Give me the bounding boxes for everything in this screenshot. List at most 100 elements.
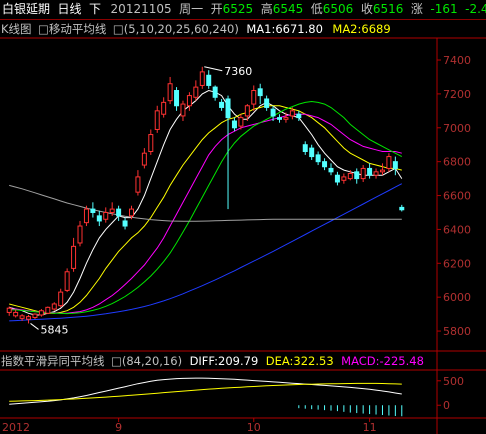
macd-diff-line — [9, 377, 402, 405]
candle — [277, 114, 283, 123]
candle — [103, 207, 109, 223]
candle-body — [264, 98, 270, 108]
candle — [322, 158, 328, 171]
candle — [257, 83, 263, 105]
macd-tick-label: 500 — [443, 375, 464, 388]
candle — [154, 105, 160, 133]
candle — [32, 313, 38, 320]
candle-body — [51, 303, 57, 310]
candle-body — [161, 101, 167, 115]
candle — [341, 173, 347, 184]
candle — [315, 151, 321, 166]
candle-body — [180, 103, 186, 117]
candle-body — [373, 171, 379, 176]
candle — [122, 217, 128, 230]
candle-body — [257, 88, 263, 97]
candle — [26, 314, 32, 324]
candle-body — [289, 110, 295, 117]
candle — [379, 163, 385, 176]
candle — [354, 168, 360, 184]
candle-body — [141, 152, 147, 166]
candle — [167, 76, 173, 105]
candle — [161, 97, 167, 118]
candle-body — [206, 74, 212, 86]
candle — [141, 148, 147, 169]
candle-body — [367, 167, 373, 176]
date-axis-label: 11 — [363, 421, 377, 434]
candle-body — [103, 211, 109, 220]
candle-body — [379, 169, 385, 173]
annotation-pointer — [30, 323, 39, 330]
candle — [180, 100, 186, 122]
candle — [392, 156, 398, 176]
candle — [264, 95, 270, 111]
candle — [174, 87, 180, 111]
price-tick-label: 6800 — [443, 156, 471, 169]
price-tick-label: 7400 — [443, 54, 471, 67]
candle-body — [328, 167, 334, 173]
candle-body — [186, 95, 192, 107]
candle-body — [26, 316, 32, 320]
price-tick-label: 6200 — [443, 257, 471, 270]
candle-body — [128, 208, 134, 217]
candle-body — [154, 110, 160, 130]
candle-body — [283, 117, 289, 120]
candle — [219, 98, 225, 111]
candle-body — [135, 176, 141, 193]
candle-body — [341, 176, 347, 181]
date-axis-label: 9 — [115, 421, 122, 434]
candle-body — [77, 225, 83, 244]
price-tick-label: 6600 — [443, 190, 471, 203]
candle — [367, 163, 373, 179]
candle-body — [251, 90, 257, 105]
candle-body — [32, 313, 38, 319]
price-annotation: 5845 — [41, 323, 69, 336]
candle — [96, 210, 102, 227]
candle — [231, 117, 237, 132]
candle — [251, 85, 257, 111]
candle-body — [360, 167, 366, 180]
candle — [309, 144, 315, 160]
candle — [64, 268, 70, 293]
candle — [77, 220, 83, 247]
candle-body — [45, 306, 51, 314]
price-annotation: 7360 — [224, 65, 252, 78]
candle-body — [38, 310, 44, 316]
candle-body — [309, 147, 315, 158]
candle-body — [71, 245, 77, 269]
candle-body — [148, 134, 154, 152]
candle-body — [90, 208, 96, 213]
candle — [302, 141, 308, 155]
candle-body — [399, 206, 405, 211]
kline-chart[interactable]: 5800 6000 6200 6400 6600 6800 7000 7200 7400 0 500… — [0, 0, 486, 434]
candle-body — [225, 98, 231, 119]
price-tick-label: 7200 — [443, 88, 471, 101]
price-tick-label: 5800 — [443, 325, 471, 338]
candle-body — [64, 271, 70, 291]
candle — [206, 70, 212, 89]
candle-body — [334, 174, 340, 183]
annotation-pointer — [204, 66, 223, 72]
candle-body — [238, 117, 244, 127]
candle — [38, 309, 44, 317]
candle-body — [347, 173, 353, 180]
candle — [225, 95, 231, 210]
candle-body — [116, 208, 122, 217]
candle — [373, 168, 379, 179]
candle-body — [193, 86, 199, 98]
candle-body — [219, 101, 225, 108]
macd-tick-label: 0 — [443, 399, 450, 412]
candle-body — [315, 154, 321, 163]
candle-body — [302, 144, 308, 152]
candle-body — [199, 71, 205, 86]
candle-body — [354, 171, 360, 180]
price-tick-label: 7000 — [443, 122, 471, 135]
date-axis-label: 2012 — [2, 421, 30, 434]
candle — [328, 163, 334, 176]
candle — [360, 165, 366, 182]
candle-body — [13, 311, 19, 317]
candle-body — [392, 161, 398, 169]
candle-body — [231, 120, 237, 129]
candle — [45, 306, 51, 315]
candle-body — [6, 307, 12, 313]
